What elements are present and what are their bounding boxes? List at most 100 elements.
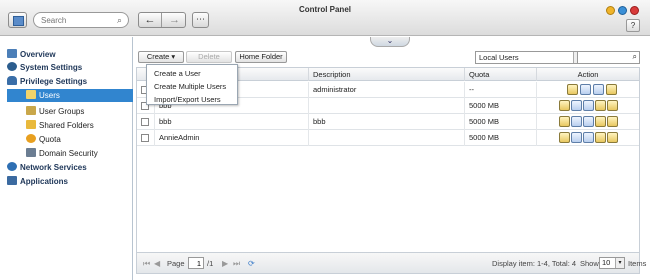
last-page-icon[interactable]: ⏭ [233, 258, 240, 269]
search-icon[interactable]: ⌕ [633, 52, 637, 62]
folder-permission-icon[interactable] [595, 100, 606, 111]
sidebar-item-privilege-settings[interactable]: Privilege Settings [7, 75, 87, 88]
quota-cell: 5000 MB [465, 114, 537, 130]
username-cell: bbb [155, 114, 309, 130]
edit-password-icon[interactable] [571, 116, 582, 127]
items-per-page-select[interactable]: 10 ▾ [599, 257, 625, 269]
create-button[interactable]: Create ▾ [138, 51, 184, 63]
home-folder-button[interactable]: Home Folder [235, 51, 287, 63]
items-per-page-value: 10 [602, 258, 611, 267]
user-type-select[interactable]: Local Users ▾ [475, 51, 585, 64]
create-menu: Create a User Create Multiple Users Impo… [146, 64, 238, 105]
application-privilege-icon[interactable] [607, 132, 618, 143]
create-button-label: Create [146, 52, 170, 61]
overview-icon [7, 49, 17, 58]
user-type-value: Local Users [479, 53, 519, 62]
sidebar-item-label: User Groups [39, 107, 85, 116]
app-menu-icon[interactable] [8, 12, 27, 28]
next-page-icon[interactable]: ▶ [222, 258, 228, 269]
collapse-toggle[interactable]: ⌄ [370, 37, 410, 47]
sidebar-item-label: Quota [39, 135, 61, 144]
minimize-icon[interactable] [606, 6, 615, 15]
user-search-input[interactable]: ⌕ [577, 51, 640, 64]
history-nav: ← → [138, 12, 186, 28]
row-select-cell [137, 130, 155, 146]
items-label: Items [628, 259, 647, 268]
edit-profile-icon[interactable] [559, 132, 570, 143]
gear-icon [7, 62, 17, 71]
username-cell: AnnieAdmin [155, 130, 309, 146]
edit-password-icon[interactable] [571, 132, 582, 143]
back-arrow-icon[interactable]: ← [139, 13, 162, 27]
sidebar-item-label: Users [39, 91, 60, 100]
sidebar-item-system-settings[interactable]: System Settings [7, 61, 82, 74]
sidebar-item-domain-security[interactable]: Domain Security [26, 147, 98, 160]
show-label: Show [580, 259, 599, 268]
row-select-cell [137, 114, 155, 130]
user-group-icon[interactable] [583, 100, 594, 111]
sidebar-item-shared-folders[interactable]: Shared Folders [26, 119, 94, 132]
action-cell [537, 130, 639, 146]
sidebar-item-label: Applications [20, 177, 69, 186]
dropdown-arrow-icon: ▾ [171, 52, 176, 61]
application-privilege-icon[interactable] [607, 100, 618, 111]
description-cell: administrator [309, 82, 465, 98]
sidebar-item-applications[interactable]: Applications [7, 175, 68, 188]
user-group-icon[interactable] [593, 84, 604, 95]
search-icon[interactable]: ⌕ [117, 15, 122, 26]
search-box[interactable]: ⌕ [33, 12, 129, 28]
sidebar: Overview System Settings Privilege Setti… [0, 37, 133, 280]
description-cell [309, 98, 465, 114]
application-privilege-icon[interactable] [607, 116, 618, 127]
header-action: Action [577, 70, 599, 79]
row-checkbox[interactable] [141, 118, 149, 126]
sidebar-item-network-services[interactable]: Network Services [7, 161, 87, 174]
header-quota[interactable]: Quota [465, 68, 537, 81]
user-group-icon[interactable] [583, 116, 594, 127]
description-cell [309, 130, 465, 146]
menu-item-create-user[interactable]: Create a User [154, 68, 201, 79]
row-checkbox[interactable] [141, 134, 149, 142]
close-icon[interactable] [630, 6, 639, 15]
folder-permission-icon[interactable] [595, 132, 606, 143]
sidebar-item-quota[interactable]: Quota [26, 133, 61, 146]
domain-security-icon [26, 148, 36, 157]
first-page-icon[interactable]: ⏮ [143, 258, 150, 269]
search-input[interactable] [41, 15, 111, 25]
sidebar-item-overview[interactable]: Overview [7, 48, 56, 61]
menu-item-import-export-users[interactable]: Import/Export Users [154, 94, 221, 105]
user-groups-icon [26, 106, 36, 115]
refresh-icon[interactable]: ⟳ [248, 258, 255, 269]
header-description[interactable]: Description [309, 68, 465, 81]
table-row[interactable]: bbb bbb 5000 MB [137, 114, 639, 130]
forward-arrow-icon[interactable]: → [163, 13, 186, 27]
folder-permission-icon[interactable] [595, 116, 606, 127]
help-icon[interactable]: ? [626, 19, 640, 32]
title-bar: Control Panel ⌕ ← → ⋯ ? [0, 0, 650, 36]
user-group-icon[interactable] [583, 132, 594, 143]
applications-icon [7, 176, 17, 185]
globe-icon [7, 162, 17, 171]
edit-profile-icon[interactable] [567, 84, 578, 95]
pagination-bar: ⏮ ◀ Page /1 ▶ ⏭ ⟳ Display item: 1-4, Tot… [136, 253, 646, 274]
table-row[interactable]: AnnieAdmin 5000 MB [137, 130, 639, 146]
quota-cell: -- [465, 82, 537, 98]
folder-icon [26, 120, 36, 129]
folder-permission-icon[interactable] [606, 84, 617, 95]
total-pages: /1 [207, 259, 214, 268]
edit-profile-icon[interactable] [559, 100, 570, 111]
delete-button[interactable]: Delete [186, 51, 232, 63]
edit-password-icon[interactable] [571, 100, 582, 111]
edit-profile-icon[interactable] [559, 116, 570, 127]
page-number-input[interactable] [188, 257, 204, 269]
users-icon [26, 90, 36, 99]
quota-cell: 5000 MB [465, 98, 537, 114]
previous-page-icon[interactable]: ◀ [154, 258, 160, 269]
sidebar-item-user-groups[interactable]: User Groups [26, 105, 84, 118]
quota-cell: 5000 MB [465, 130, 537, 146]
app-grid-icon[interactable]: ⋯ [192, 12, 209, 28]
menu-item-create-multiple-users[interactable]: Create Multiple Users [154, 81, 226, 92]
sidebar-item-users[interactable]: Users [26, 89, 60, 102]
edit-password-icon[interactable] [580, 84, 591, 95]
maximize-icon[interactable] [618, 6, 627, 15]
